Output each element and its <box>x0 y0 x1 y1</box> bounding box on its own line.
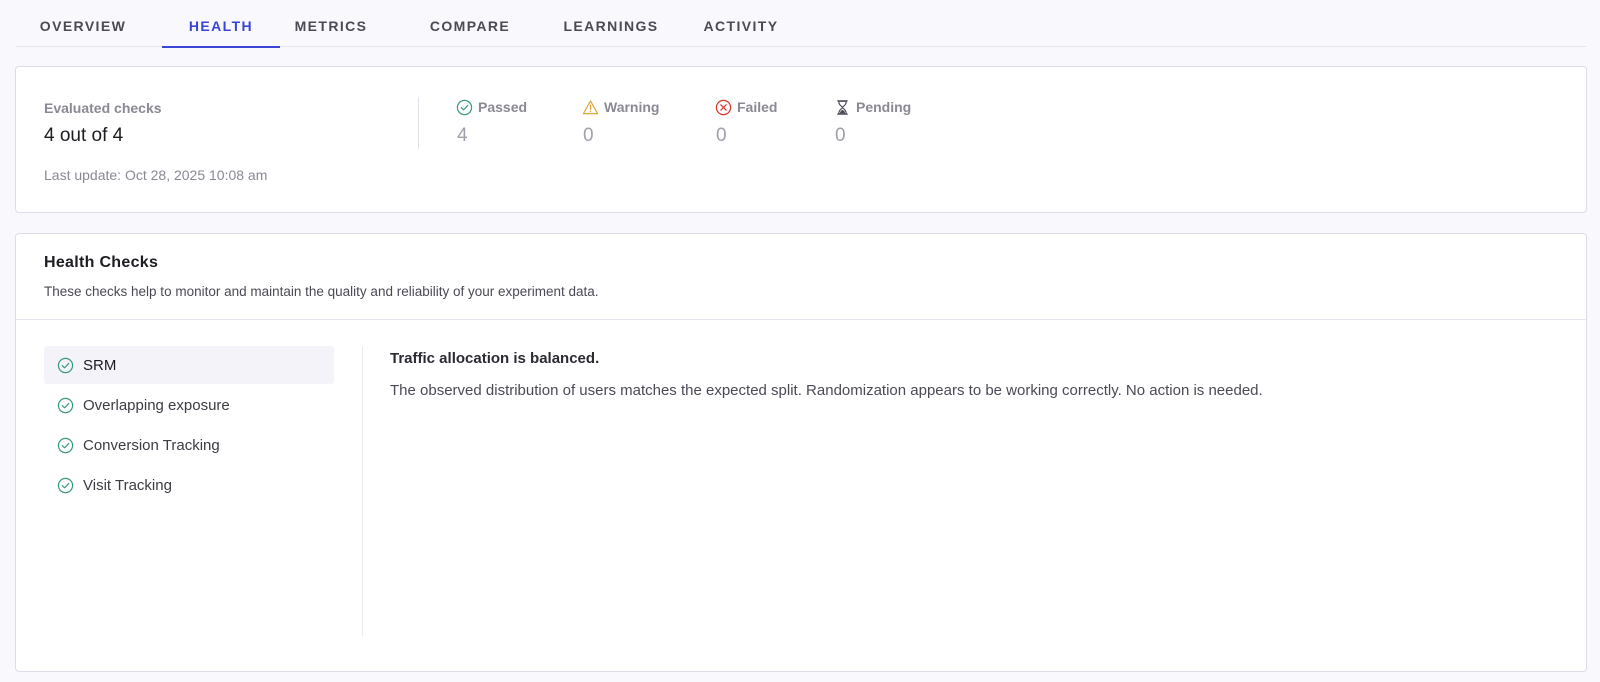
tab-overview[interactable]: OVERVIEW <box>28 0 138 47</box>
last-update-text: Last update: Oct 28, 2025 10:08 am <box>44 167 268 183</box>
check-item-label: Overlapping exposure <box>83 396 230 414</box>
stat-warning-value: 0 <box>583 125 594 146</box>
summary-card: Evaluated checks 4 out of 4 Last update:… <box>15 66 1587 213</box>
tab-compare[interactable]: COMPARE <box>414 0 526 47</box>
stat-passed: Passed 4 <box>456 97 527 147</box>
tab-bar: OVERVIEW HEALTH METRICS COMPARE LEARNING… <box>16 0 1586 48</box>
check-circle-icon <box>456 99 473 115</box>
check-detail-title: Traffic allocation is balanced. <box>390 350 600 367</box>
check-circle-icon <box>57 477 74 493</box>
check-item-srm[interactable]: SRM <box>44 346 334 384</box>
stat-pending-value: 0 <box>835 125 846 146</box>
tab-learnings[interactable]: LEARNINGS <box>546 0 676 47</box>
hourglass-icon <box>837 99 848 115</box>
check-detail-body: The observed distribution of users match… <box>390 382 1263 399</box>
evaluated-checks-label: Evaluated checks <box>44 100 162 116</box>
health-checks-card: Health Checks These checks help to monit… <box>15 233 1587 672</box>
stat-failed-label: Failed <box>737 99 778 115</box>
check-item-label: Conversion Tracking <box>83 436 220 454</box>
section-divider <box>16 319 1586 320</box>
warning-icon <box>582 99 599 114</box>
check-item-label: SRM <box>83 356 117 374</box>
check-item-label: Visit Tracking <box>83 476 172 494</box>
summary-divider <box>418 97 419 149</box>
health-checks-description: These checks help to monitor and maintai… <box>44 284 599 299</box>
tab-activity[interactable]: ACTIVITY <box>686 0 796 47</box>
check-circle-icon <box>57 397 74 413</box>
check-circle-icon <box>57 357 74 373</box>
stat-failed-value: 0 <box>716 125 727 146</box>
list-divider <box>362 346 363 636</box>
check-item-visit-tracking[interactable]: Visit Tracking <box>44 466 334 504</box>
evaluated-checks-value: 4 out of 4 <box>44 125 124 146</box>
check-item-overlapping-exposure[interactable]: Overlapping exposure <box>44 386 334 424</box>
stat-passed-value: 4 <box>457 125 468 146</box>
stat-warning-label: Warning <box>604 99 660 115</box>
check-item-conversion-tracking[interactable]: Conversion Tracking <box>44 426 334 464</box>
tab-metrics[interactable]: METRICS <box>276 0 386 47</box>
checks-list: SRM Overlapping exposure Conversion Trac… <box>44 346 334 506</box>
x-circle-icon <box>715 99 732 115</box>
stat-passed-label: Passed <box>478 99 528 115</box>
stat-pending: Pending 0 <box>834 97 911 147</box>
tab-health[interactable]: HEALTH <box>162 0 280 48</box>
stat-warning: Warning 0 <box>582 97 659 147</box>
stat-pending-label: Pending <box>856 99 912 115</box>
stat-failed: Failed 0 <box>715 97 777 147</box>
health-checks-title: Health Checks <box>44 254 159 271</box>
check-circle-icon <box>57 437 74 453</box>
